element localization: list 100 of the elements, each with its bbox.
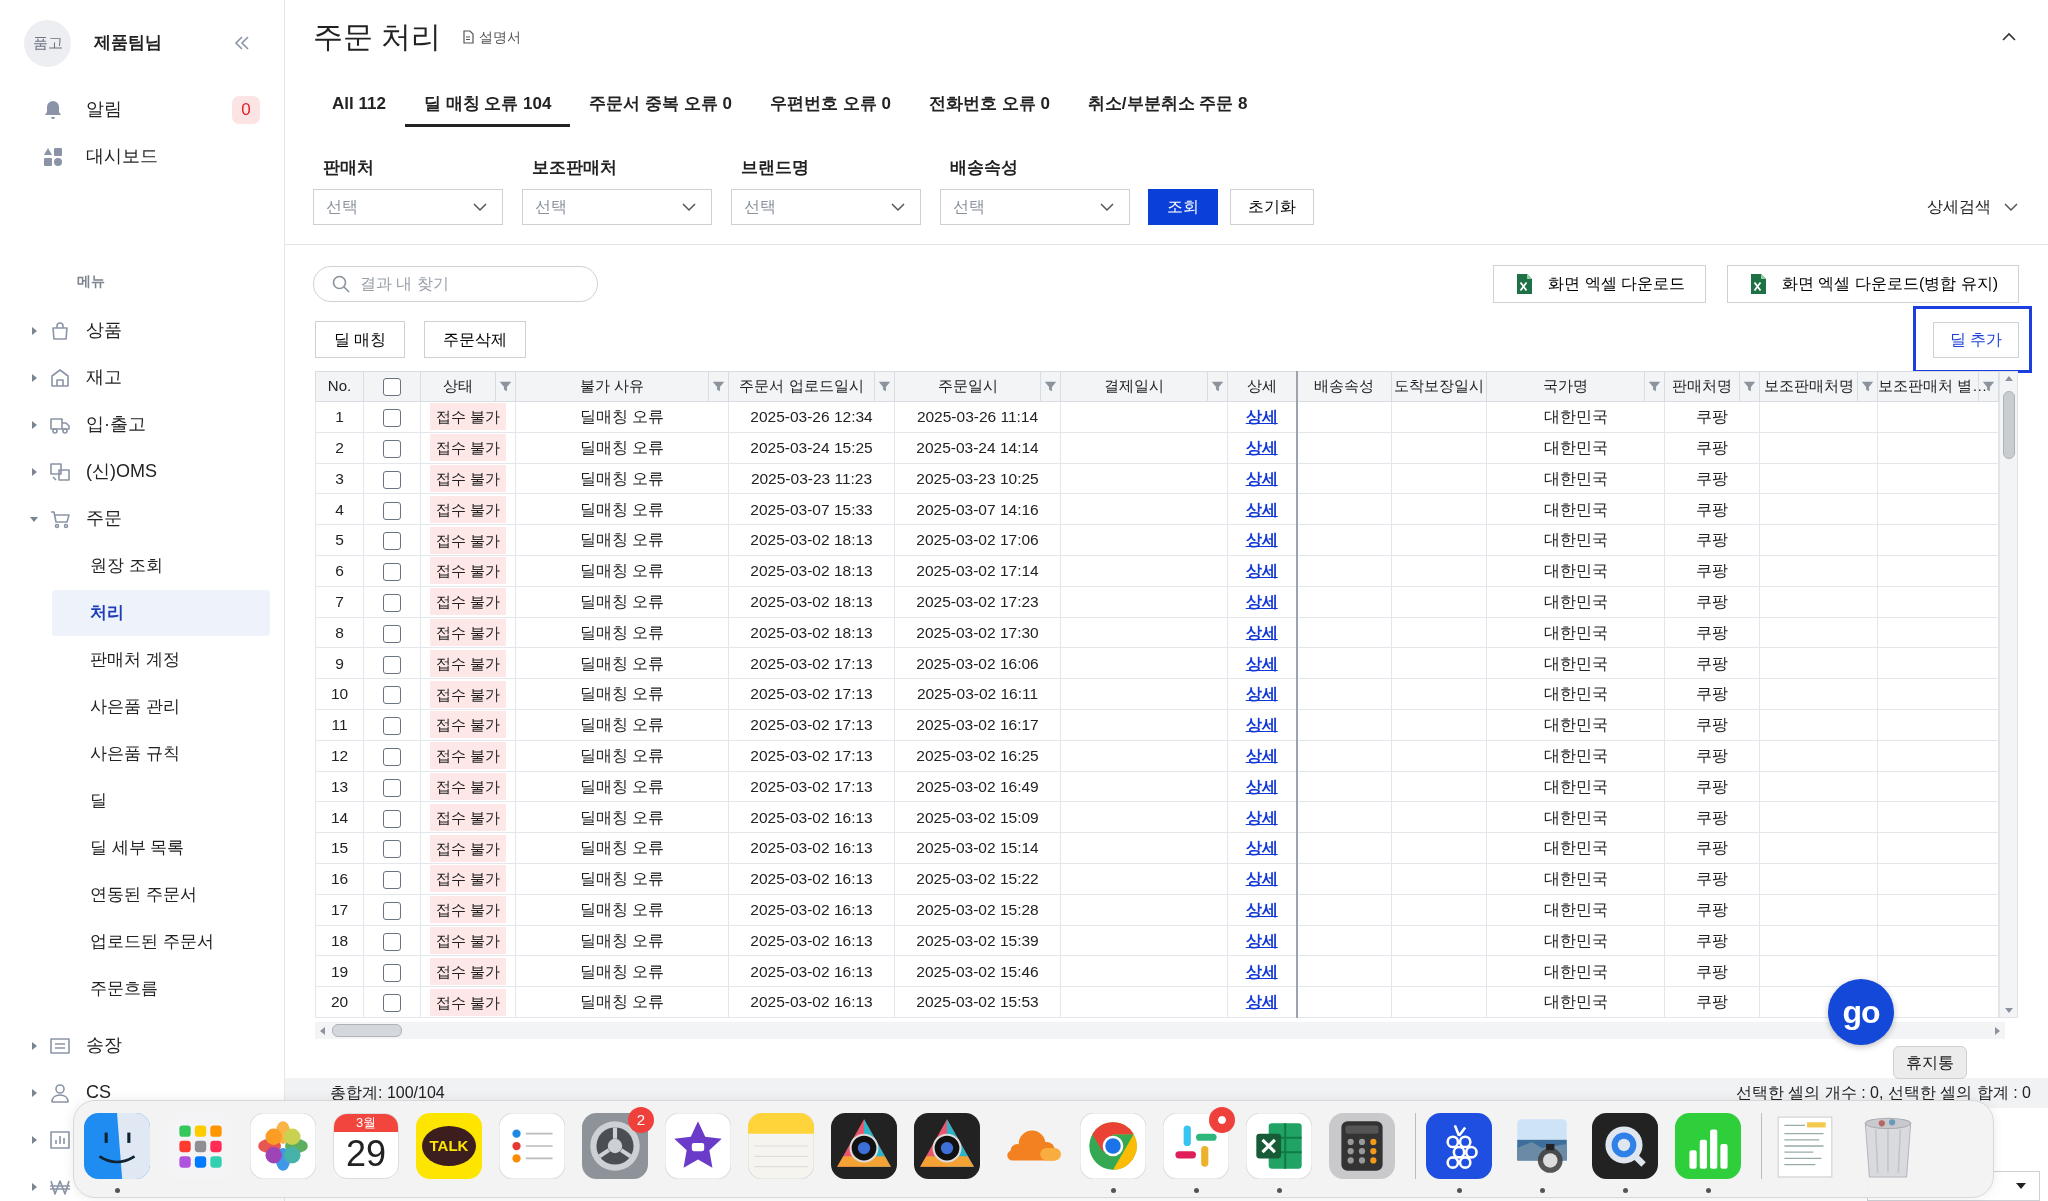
scroll-left-arrow-icon[interactable] [318, 1025, 328, 1036]
menu-item[interactable]: 상품 [86, 317, 122, 344]
expand-caret-icon[interactable] [29, 1181, 39, 1192]
lens-app-icon[interactable] [1592, 1113, 1658, 1179]
action-button[interactable]: 주문삭제 [424, 321, 527, 358]
calculator-app-icon[interactable] [1329, 1113, 1395, 1179]
reset-button[interactable]: 초기화 [1230, 189, 1314, 225]
manual-link[interactable]: 설명서 [479, 26, 522, 48]
row-checkbox[interactable] [383, 809, 401, 828]
row-checkbox[interactable] [383, 686, 401, 705]
advanced-search-link[interactable]: 상세검색 [1927, 195, 1991, 219]
floating-action-button[interactable]: go [1828, 979, 1894, 1045]
submenu-item[interactable]: 사은품 관리 [52, 683, 270, 730]
status-badge: 접수 불가 [430, 926, 506, 954]
row-checkbox[interactable] [383, 932, 401, 951]
row-checkbox[interactable] [383, 532, 401, 551]
search-field[interactable]: 결과 내 찾기 [313, 266, 598, 302]
tab[interactable]: 취소/부분취소 주문 8 [1068, 84, 1267, 127]
chat-app-icon[interactable]: TALK [416, 1113, 482, 1179]
row-checkbox[interactable] [383, 963, 401, 982]
expand-caret-icon[interactable] [29, 1040, 39, 1051]
flower-app-icon[interactable] [250, 1113, 316, 1179]
menu-item[interactable]: 송장 [86, 1032, 122, 1059]
action-button[interactable]: 딜 매칭 [315, 321, 406, 358]
vertical-scrollbar[interactable] [1999, 371, 2018, 1018]
submenu-item[interactable]: 업로드된 주문서 [52, 918, 270, 965]
submenu-item[interactable]: 판매처 계정 [52, 636, 270, 683]
table-cell: 2025-03-23 11:23 [728, 463, 895, 494]
face-app-icon[interactable] [84, 1113, 150, 1179]
table-cell: 쿠팡 [1664, 986, 1760, 1018]
row-checkbox[interactable] [383, 871, 401, 890]
row-checkbox[interactable] [383, 624, 401, 643]
scroll-right-arrow-icon[interactable] [1992, 1025, 2002, 1036]
tab[interactable]: 주문서 중복 오류 0 [570, 84, 752, 127]
tab[interactable]: 전화번호 오류 0 [909, 84, 1069, 127]
add-deal-button[interactable]: 딜 추가 [1933, 321, 2019, 358]
dashboard-link[interactable]: 대시보드 [86, 143, 158, 170]
table-cell: 2025-03-02 17:13 [728, 709, 895, 741]
calendar-app-icon[interactable]: 3월 29 [333, 1113, 399, 1179]
row-checkbox[interactable] [383, 717, 401, 736]
search-button[interactable]: 조회 [1148, 189, 1218, 225]
tab[interactable]: 딜 매칭 오류 104 [404, 84, 571, 127]
submenu-item[interactable]: 딜 세부 목록 [52, 824, 270, 871]
table-cell: 2025-03-02 18:13 [728, 524, 895, 556]
status-badge: 접수 불가 [430, 588, 506, 616]
expand-caret-icon[interactable] [29, 466, 39, 477]
excel-download-button[interactable]: 화면 엑셀 다운로드(병합 유지) [1727, 265, 2019, 303]
scroll-thumb[interactable] [332, 1024, 402, 1037]
submenu-item[interactable]: 사은품 규칙 [52, 730, 270, 777]
submenu-item[interactable]: 연동된 주문서 [52, 871, 270, 918]
alerts-link[interactable]: 알림 [86, 96, 122, 123]
camera-app-icon[interactable] [914, 1113, 980, 1179]
document-icon[interactable] [461, 30, 476, 44]
submenu-item[interactable]: 딜 [52, 777, 270, 824]
scroll-thumb[interactable] [2003, 391, 2015, 459]
row-checkbox[interactable] [383, 994, 401, 1013]
table-cell: 2025-03-26 11:14 [894, 401, 1061, 433]
row-checkbox[interactable] [383, 501, 401, 520]
submenu-item[interactable]: 처리 [52, 589, 270, 636]
row-checkbox[interactable] [383, 747, 401, 766]
row-checkbox[interactable] [383, 593, 401, 612]
row-checkbox[interactable] [383, 470, 401, 489]
expand-caret-icon[interactable] [29, 325, 39, 336]
column-header[interactable]: 국가명 [1543, 377, 1588, 395]
table-cell: 쿠팡 [1664, 555, 1760, 587]
column-header[interactable]: 상태 [443, 377, 473, 395]
submenu-item[interactable]: 주문흐름 [52, 965, 270, 1012]
expand-caret-icon[interactable] [29, 419, 39, 430]
gear-app-icon[interactable] [582, 1113, 648, 1179]
submenu-item[interactable]: 원장 조회 [52, 542, 270, 589]
tab[interactable]: 우편번호 오류 0 [751, 84, 910, 127]
bar-chart-app-icon[interactable] [1675, 1113, 1741, 1179]
row-checkbox[interactable] [383, 901, 401, 920]
row-checkbox[interactable] [383, 563, 401, 582]
menu-item[interactable]: 재고 [86, 364, 122, 391]
camera-app-icon[interactable] [831, 1113, 897, 1179]
menu-item[interactable]: 입·출고 [86, 411, 146, 438]
ring-app-icon[interactable] [1080, 1113, 1146, 1179]
list-app-icon[interactable] [499, 1113, 565, 1179]
row-checkbox[interactable] [383, 840, 401, 859]
select-all-checkbox[interactable] [383, 378, 401, 397]
table-cell: 쿠팡 [1664, 678, 1760, 710]
excel-download-button[interactable]: 화면 엑셀 다운로드 [1493, 265, 1706, 303]
expand-caret-icon[interactable] [29, 1087, 39, 1098]
row-checkbox[interactable] [383, 655, 401, 674]
star-app-icon[interactable] [665, 1113, 731, 1179]
grape-app-icon[interactable] [1426, 1113, 1492, 1179]
row-checkbox[interactable] [383, 778, 401, 797]
spreadsheet-app-icon[interactable] [1246, 1113, 1312, 1179]
table-cell: 대한민국 [1486, 740, 1665, 772]
row-checkbox[interactable] [383, 439, 401, 458]
row-checkbox[interactable] [383, 409, 401, 428]
expand-caret-icon[interactable] [29, 1134, 39, 1145]
table-cell: 7 [315, 586, 364, 618]
menu-item[interactable]: 주문 [86, 505, 122, 532]
column-header[interactable]: 불가 사유 [579, 377, 645, 395]
tab[interactable]: All 112 [313, 84, 405, 127]
expand-caret-icon[interactable] [29, 372, 39, 383]
pinwheel-app-icon[interactable] [1163, 1113, 1229, 1179]
menu-item[interactable]: (신)OMS [86, 458, 157, 485]
